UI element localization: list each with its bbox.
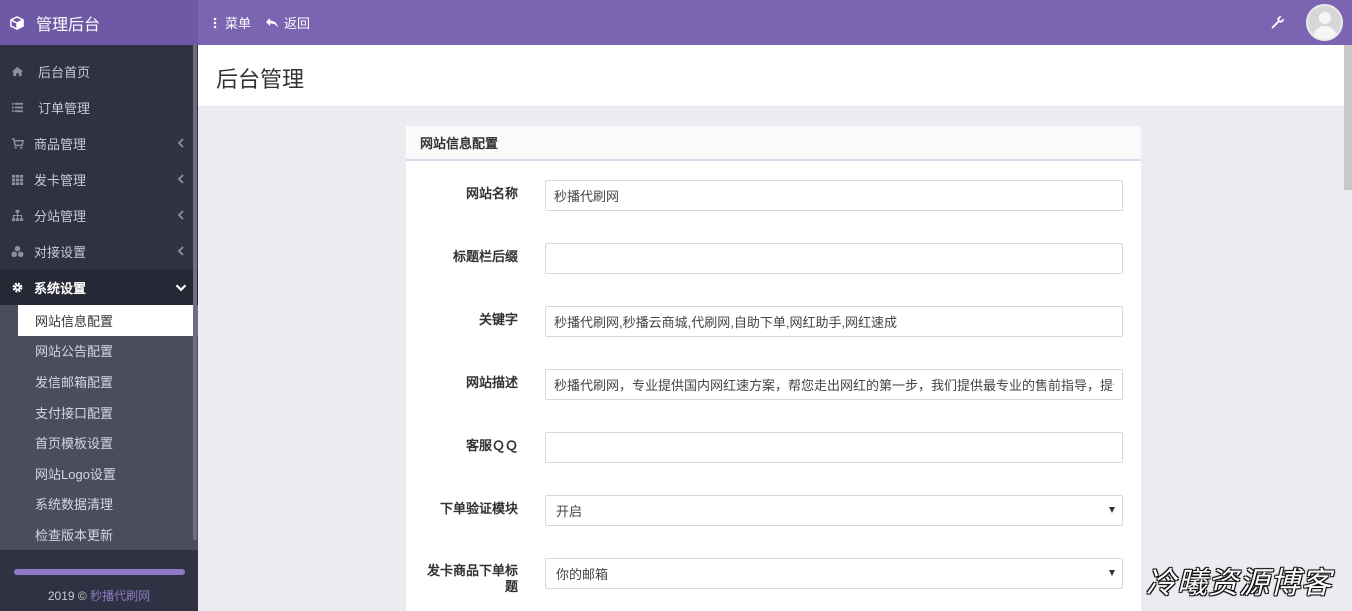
menu-label: 菜单 xyxy=(225,16,252,31)
submenu-item-site-notice[interactable]: 网站公告配置 xyxy=(18,336,198,367)
system-settings-submenu: 网站信息配置 网站公告配置 发信邮箱配置 支付接口配置 首页模板设置 网站Log… xyxy=(0,305,198,550)
sidebar-item-products[interactable]: 商品管理 xyxy=(0,125,198,161)
page-title: 后台管理 xyxy=(216,67,305,92)
sidebar-item-system-settings[interactable]: 系统设置 xyxy=(0,269,198,305)
sidebar-item-integration[interactable]: 对接设置 xyxy=(0,233,198,269)
caret-down-icon xyxy=(1109,570,1115,576)
caret-down-icon xyxy=(1109,507,1115,513)
chevron-left-icon xyxy=(177,138,184,148)
sidebar-item-orders[interactable]: 订单管理 xyxy=(0,89,198,125)
reply-icon xyxy=(266,17,279,28)
sidebar-item-cards[interactable]: 发卡管理 xyxy=(0,161,198,197)
back-button[interactable]: 返回 xyxy=(265,13,310,32)
panel-title: 网站信息配置 xyxy=(406,126,1141,161)
menu-toggle-button[interactable]: 菜单 xyxy=(210,13,251,32)
cart-icon xyxy=(11,137,24,149)
page-header: 后台管理 xyxy=(198,45,1350,107)
submenu-item-data-cleanup[interactable]: 系统数据清理 xyxy=(18,489,198,520)
service-qq-label: 客服ＱＱ xyxy=(465,438,518,453)
site-info-panel: 网站信息配置 网站名称 标题栏后缀 关键字 网站描述 客服ＱＱ 下单验证模块 开… xyxy=(406,126,1141,611)
submenu-item-home-template[interactable]: 首页模板设置 xyxy=(18,427,198,458)
sidebar-scroll-track[interactable] xyxy=(14,569,185,575)
site-name-input[interactable] xyxy=(545,180,1123,211)
submenu-item-site-info[interactable]: 网站信息配置 xyxy=(18,305,198,336)
cube-icon xyxy=(10,15,24,30)
main-scrollbar[interactable] xyxy=(1344,45,1352,190)
watermark: 冷曦资源博客 xyxy=(1146,566,1332,601)
keywords-label: 关键字 xyxy=(478,312,518,327)
top-actions: 菜单 返回 xyxy=(210,0,310,45)
description-label: 网站描述 xyxy=(465,375,518,390)
title-suffix-label: 标题栏后缀 xyxy=(452,249,518,264)
sidebar-footer: 2019 © 秒播代刷网 xyxy=(0,553,198,611)
ellipsis-vertical-icon xyxy=(213,17,217,28)
chevron-left-icon xyxy=(177,174,184,184)
description-input[interactable] xyxy=(545,369,1123,400)
sidebar-scrollbar[interactable] xyxy=(193,45,197,540)
submenu-item-site-logo[interactable]: 网站Logo设置 xyxy=(18,458,198,489)
card-order-title-select[interactable]: 你的邮箱 xyxy=(545,558,1123,589)
chevron-left-icon xyxy=(177,246,184,256)
avatar[interactable] xyxy=(1306,4,1343,41)
list-icon xyxy=(11,102,24,112)
copyright-site-link[interactable]: 秒播代刷网 xyxy=(90,589,150,603)
grid-icon xyxy=(11,174,24,185)
wrench-icon[interactable] xyxy=(1270,15,1285,30)
submenu-item-mail-sender[interactable]: 发信邮箱配置 xyxy=(18,366,198,397)
sitemap-icon xyxy=(11,209,24,221)
card-order-title-label: 发卡商品下单标题 xyxy=(426,563,518,594)
gear-icon xyxy=(12,282,23,292)
chevron-left-icon xyxy=(177,210,184,220)
submenu-item-version-check[interactable]: 检查版本更新 xyxy=(18,519,198,550)
service-qq-input[interactable] xyxy=(545,432,1123,463)
copyright: 2019 © 秒播代刷网 xyxy=(47,589,151,603)
back-label: 返回 xyxy=(284,16,311,31)
cubes-icon xyxy=(11,245,24,257)
site-name-label: 网站名称 xyxy=(465,186,518,201)
chevron-down-icon xyxy=(175,284,187,292)
brand-title: 管理后台 xyxy=(36,16,101,34)
sidebar: 后台首页 订单管理 商品管理 发卡管理 分站管理 对接设置 系统设置 网站信息配… xyxy=(0,45,198,611)
brand[interactable]: 管理后台 xyxy=(0,0,198,45)
order-verify-select[interactable]: 开启 xyxy=(545,495,1123,526)
title-suffix-input[interactable] xyxy=(545,243,1123,274)
submenu-item-payment[interactable]: 支付接口配置 xyxy=(18,397,198,428)
top-bar: 管理后台 菜单 返回 xyxy=(0,0,1352,45)
sidebar-item-home[interactable]: 后台首页 xyxy=(0,53,198,89)
sidebar-item-substations[interactable]: 分站管理 xyxy=(0,197,198,233)
home-icon xyxy=(11,66,24,76)
keywords-input[interactable] xyxy=(545,306,1123,337)
order-verify-label: 下单验证模块 xyxy=(439,501,518,516)
